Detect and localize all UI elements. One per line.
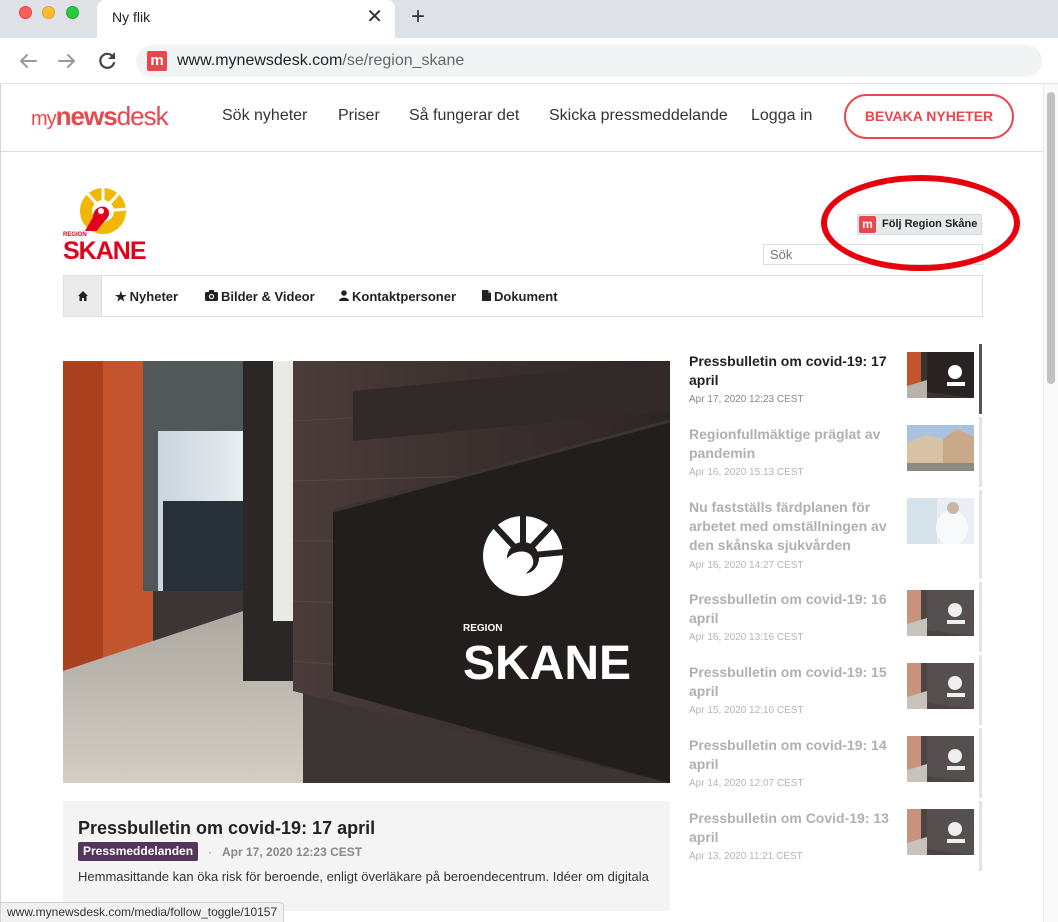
tab-kontaktpersoner[interactable]: Kontaktpersoner (339, 289, 456, 304)
item-divider (979, 582, 982, 652)
list-item-date: Apr 13, 2020 11:21 CEST (689, 851, 803, 862)
star-icon: ★ (115, 289, 127, 304)
close-window-button[interactable] (19, 6, 32, 19)
list-item-title: Nu fastställs färdplanen för arbetet med… (689, 499, 887, 553)
hero-sign-name-text: SKANE (463, 637, 631, 690)
category-tag[interactable]: Pressmeddelanden (78, 842, 199, 861)
nav-logga-in[interactable]: Logga in (751, 107, 812, 125)
page-scrollbar[interactable] (1043, 84, 1058, 922)
tab-dokument[interactable]: Dokument (482, 289, 558, 304)
tab-strip: Ny flik ✕ + (0, 0, 1058, 38)
item-divider (979, 728, 982, 798)
list-item-date: Apr 14, 2020 12:07 CEST (689, 778, 804, 789)
new-tab-button[interactable]: + (411, 3, 425, 31)
nav-sa-fungerar-det[interactable]: Så fungerar det (409, 107, 519, 125)
logo-skane-text: SKANE (63, 237, 147, 265)
list-item-thumbnail (907, 352, 974, 398)
list-item-date: Apr 15, 2020 12:10 CEST (689, 705, 804, 716)
list-item-date: Apr 17, 2020 12:23 CEST (689, 394, 804, 405)
browser-toolbar: m www.mynewsdesk.com/se/region_skane (0, 38, 1058, 84)
tab-dokument-label: Dokument (494, 289, 558, 304)
item-divider (979, 655, 982, 725)
featured-title[interactable]: Pressbulletin om covid-19: 17 april (78, 818, 375, 839)
list-item[interactable]: Pressbulletin om covid-19: 15 april Apr … (689, 655, 983, 728)
list-item-date: Apr 16, 2020 14:27 CEST (689, 560, 804, 571)
featured-excerpt: Hemmasittande kan öka risk för beroende,… (78, 869, 649, 884)
list-item-title: Pressbulletin om covid-19: 14 april (689, 737, 887, 772)
active-indicator (979, 344, 982, 414)
user-icon (339, 289, 349, 304)
document-icon (482, 289, 491, 304)
url-host: www.mynewsdesk.com (177, 52, 343, 69)
logo-part-my: my (31, 108, 57, 130)
featured-article-card[interactable]: Pressbulletin om covid-19: 17 april Pres… (63, 801, 670, 911)
link-status-bar: www.mynewsdesk.com/media/follow_toggle/1… (1, 902, 285, 922)
region-skane-logo[interactable]: REGION SKANE (63, 187, 147, 265)
nav-sok-nyheter[interactable]: Sök nyheter (222, 107, 307, 125)
camera-icon (205, 289, 218, 304)
list-item[interactable]: Pressbulletin om Covid-19: 13 april Apr … (689, 801, 983, 874)
address-bar[interactable]: m www.mynewsdesk.com/se/region_skane (136, 45, 1042, 77)
list-item[interactable]: Pressbulletin om covid-19: 17 april Apr … (689, 344, 983, 417)
tab-close-icon[interactable]: ✕ (366, 6, 383, 28)
scrollbar-thumb[interactable] (1047, 92, 1055, 384)
list-item-thumbnail (907, 590, 974, 636)
list-item-title: Pressbulletin om covid-19: 17 april (689, 353, 887, 388)
hero-sign-region-text: REGION (463, 623, 502, 634)
list-item-thumbnail (907, 809, 974, 855)
home-icon[interactable] (64, 276, 102, 316)
page-viewport: mynewsdesk Sök nyheter Priser Så fungera… (0, 84, 1058, 922)
annotation-circle (821, 175, 1020, 271)
featured-image[interactable]: REGION SKANE (63, 361, 670, 783)
site-favicon-icon: m (147, 51, 167, 71)
tab-nyheter[interactable]: ★ Nyheter (115, 289, 178, 305)
list-item-thumbnail (907, 425, 974, 471)
nav-skicka-pressmeddelande[interactable]: Skicka pressmeddelande (549, 107, 728, 125)
list-item-thumbnail (907, 736, 974, 782)
tab-bilder-label: Bilder & Videor (221, 289, 315, 304)
tab-kontakt-label: Kontaktpersoner (352, 289, 457, 304)
list-item-title: Regionfullmäktige präglat av pandemin (689, 426, 881, 461)
list-item-title: Pressbulletin om covid-19: 16 april (689, 591, 887, 626)
url-path: /se/region_skane (342, 52, 465, 69)
list-item-date: Apr 16, 2020 15:13 CEST (689, 467, 804, 478)
list-item-date: Apr 16, 2020 13:16 CEST (689, 632, 804, 643)
site-header: mynewsdesk Sök nyheter Priser Så fungera… (1, 84, 1044, 152)
minimize-window-button[interactable] (42, 6, 55, 19)
newsroom-tabs: ★ Nyheter Bilder & Videor Kontaktpersoner… (63, 275, 983, 317)
browser-tab[interactable]: Ny flik ✕ (97, 0, 395, 38)
list-item-thumbnail (907, 498, 974, 544)
reload-icon[interactable] (93, 47, 121, 75)
item-divider (979, 801, 982, 871)
tab-title: Ny flik (112, 9, 151, 25)
meta-separator: · (208, 845, 212, 859)
nav-priser[interactable]: Priser (338, 107, 380, 125)
back-arrow-icon[interactable] (14, 47, 42, 75)
maximize-window-button[interactable] (66, 6, 79, 19)
list-item[interactable]: Regionfullmäktige präglat av pandemin Ap… (689, 417, 983, 490)
logo-part-news: news (55, 101, 118, 131)
forward-arrow-icon[interactable] (53, 47, 81, 75)
item-divider (979, 417, 982, 487)
logo-part-desk: desk (116, 101, 169, 131)
mynewsdesk-logo[interactable]: mynewsdesk (31, 101, 169, 134)
featured-date: Apr 17, 2020 12:23 CEST (222, 845, 363, 859)
list-item[interactable]: Pressbulletin om covid-19: 16 april Apr … (689, 582, 983, 655)
url-text: www.mynewsdesk.com/se/region_skane (177, 52, 464, 70)
list-item[interactable]: Nu fastställs färdplanen för arbetet med… (689, 490, 983, 582)
tab-bilder-videor[interactable]: Bilder & Videor (205, 289, 315, 304)
list-item-title: Pressbulletin om Covid-19: 13 april (689, 810, 889, 845)
region-skane-emblem-icon (80, 187, 128, 234)
browser-window: Ny flik ✕ + m www.mynewsdesk.com/se/regi… (0, 0, 1058, 922)
list-item[interactable]: Pressbulletin om covid-19: 14 april Apr … (689, 728, 983, 801)
item-divider (979, 490, 982, 579)
list-item-thumbnail (907, 663, 974, 709)
bevaka-nyheter-button[interactable]: BEVAKA NYHETER (844, 94, 1014, 139)
list-item-title: Pressbulletin om covid-19: 15 april (689, 664, 887, 699)
tab-nyheter-label: Nyheter (129, 289, 179, 304)
